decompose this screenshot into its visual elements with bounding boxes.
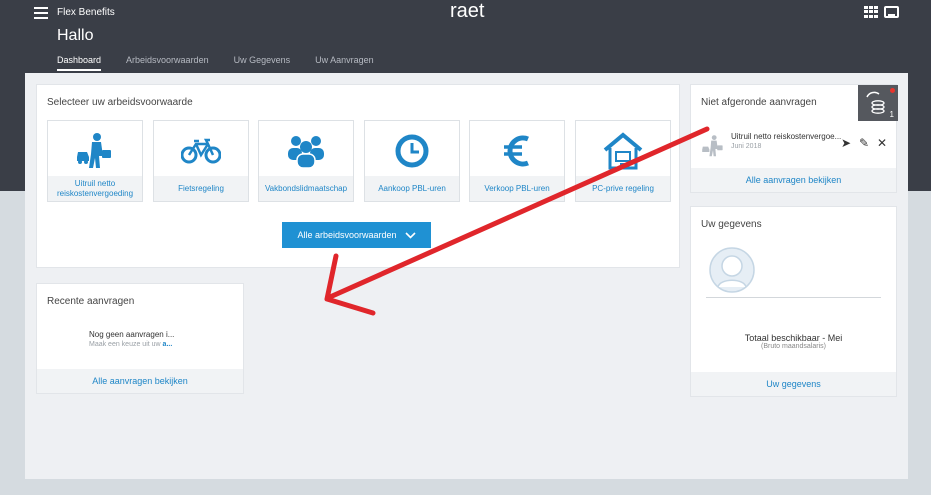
euro-icon bbox=[470, 131, 564, 171]
tile-label: Vakbondslidmaatschap bbox=[259, 176, 353, 201]
divider bbox=[706, 297, 881, 298]
commuter-icon bbox=[702, 135, 723, 157]
tile-label: PC-prive regeling bbox=[576, 176, 670, 201]
hint-link[interactable]: a... bbox=[163, 341, 173, 348]
card-title: Niet afgeronde aanvragen bbox=[701, 97, 817, 108]
total-available-label: Totaal beschikbaar - Mei bbox=[744, 333, 843, 343]
pending-requests-card: Niet afgeronde aanvragen 1 Uitruil netto… bbox=[690, 84, 899, 193]
empty-state-hint: Maak een keuze uit uw a... bbox=[89, 341, 172, 348]
tile-label: Uitruil netto reiskostenvergoeding bbox=[48, 176, 142, 201]
request-title: Uitruil netto reiskostenvergoe... bbox=[731, 132, 842, 141]
pending-badge[interactable]: 1 bbox=[858, 85, 898, 121]
tile-reiskosten[interactable]: Uitruil netto reiskostenvergoeding bbox=[47, 120, 143, 202]
greeting: Hallo bbox=[57, 27, 94, 44]
pending-request-item[interactable]: Uitruil netto reiskostenvergoe... Juni 2… bbox=[701, 132, 899, 158]
tile-label: Fietsregeling bbox=[154, 176, 248, 201]
app-name: Flex Benefits bbox=[57, 7, 115, 18]
tile-label: Aankoop PBL-uren bbox=[365, 176, 459, 201]
all-benefits-button[interactable]: Alle arbeidsvoorwaarden bbox=[282, 222, 431, 248]
raet-logo: raet bbox=[450, 0, 485, 22]
tile-verkoop-pbl[interactable]: Verkoop PBL-uren bbox=[469, 120, 565, 202]
inbox-icon[interactable] bbox=[884, 6, 899, 18]
apps-grid-icon[interactable] bbox=[864, 6, 878, 18]
hint-text: Maak een keuze uit uw bbox=[89, 341, 163, 348]
commuter-icon bbox=[48, 131, 142, 171]
tile-fietsregeling[interactable]: Fietsregeling bbox=[153, 120, 249, 202]
coins-refresh-icon bbox=[866, 91, 885, 114]
tab-uw-gegevens[interactable]: Uw Gegevens bbox=[234, 55, 291, 71]
tab-dashboard[interactable]: Dashboard bbox=[57, 55, 102, 71]
empty-state-text: Nog geen aanvragen i... bbox=[89, 330, 175, 339]
group-icon bbox=[259, 131, 353, 171]
tab-arbeidsvoorwaarden[interactable]: Arbeidsvoorwaarden bbox=[126, 55, 209, 71]
card-title: Selecteer uw arbeidsvoorwaarde bbox=[47, 97, 193, 108]
tile-pc-prive[interactable]: PC-prive regeling bbox=[575, 120, 671, 202]
avatar bbox=[709, 247, 755, 293]
view-all-requests-link[interactable]: Alle aanvragen bekijken bbox=[691, 168, 896, 192]
profile-card: Uw gegevens Totaal beschikbaar - Mei (Br… bbox=[690, 206, 897, 397]
tile-vakbond[interactable]: Vakbondslidmaatschap bbox=[258, 120, 354, 202]
bicycle-icon bbox=[154, 131, 248, 171]
badge-count: 1 bbox=[889, 110, 894, 119]
request-date: Juni 2018 bbox=[731, 143, 762, 150]
clock-icon bbox=[365, 131, 459, 171]
profile-link[interactable]: Uw gegevens bbox=[691, 372, 896, 396]
recent-requests-card: Recente aanvragen Nog geen aanvragen i..… bbox=[36, 283, 244, 394]
total-available-sub: (Bruto maandsalaris) bbox=[761, 343, 826, 350]
view-all-requests-link[interactable]: Alle aanvragen bekijken bbox=[37, 369, 243, 393]
button-label: Alle arbeidsvoorwaarden bbox=[297, 230, 397, 240]
tile-label: Verkoop PBL-uren bbox=[470, 176, 564, 201]
menu-icon[interactable] bbox=[34, 7, 48, 19]
chevron-down-icon bbox=[404, 231, 416, 239]
edit-icon[interactable]: ✎ bbox=[859, 137, 869, 149]
tile-aankoop-pbl[interactable]: Aankoop PBL-uren bbox=[364, 120, 460, 202]
card-title: Recente aanvragen bbox=[47, 296, 135, 307]
tab-uw-aanvragen[interactable]: Uw Aanvragen bbox=[315, 55, 374, 71]
close-icon[interactable]: ✕ bbox=[877, 137, 887, 149]
main-nav: Dashboard Arbeidsvoorwaarden Uw Gegevens… bbox=[57, 55, 399, 71]
home-computer-icon bbox=[576, 131, 670, 171]
send-icon[interactable]: ➤ bbox=[841, 137, 851, 149]
select-benefit-card: Selecteer uw arbeidsvoorwaarde Uitruil n… bbox=[36, 84, 680, 268]
card-title: Uw gegevens bbox=[701, 219, 762, 230]
notification-dot bbox=[890, 88, 895, 93]
